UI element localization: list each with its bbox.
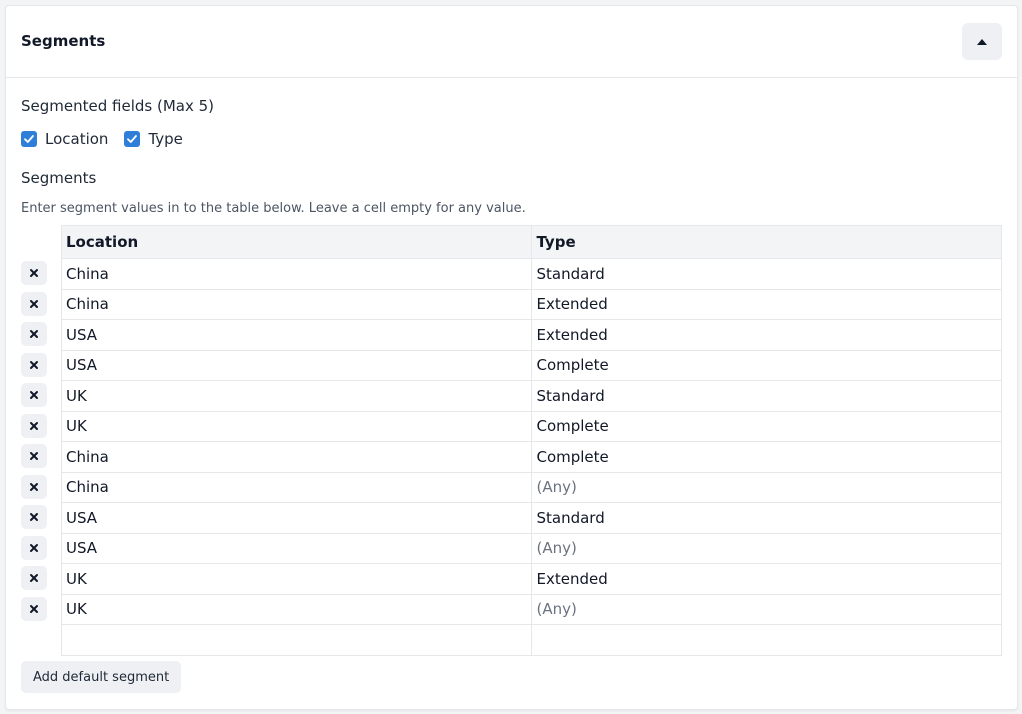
segments-hint: Enter segment values in to the table bel… — [21, 201, 526, 216]
segments-label: Segments — [21, 169, 97, 187]
collapse-button[interactable] — [962, 23, 1002, 60]
type-cell[interactable]: Extended — [531, 288, 1002, 320]
table-row: USA Extended — [60, 319, 1002, 351]
table-row: USA Complete — [60, 349, 1002, 381]
segments-table: Location Type China Standard China Extended… — [60, 225, 1002, 656]
close-icon — [30, 299, 38, 308]
column-header-location: Location — [60, 225, 533, 259]
location-cell[interactable]: China — [60, 288, 533, 320]
location-cell[interactable]: China — [60, 441, 533, 473]
check-icon — [127, 135, 138, 143]
chevron-up-icon — [977, 38, 987, 45]
remove-row-button[interactable] — [21, 261, 47, 285]
location-cell[interactable]: UK — [60, 380, 533, 412]
type-cell[interactable]: Extended — [531, 319, 1002, 351]
location-cell[interactable]: UK — [60, 593, 533, 625]
table-header-row: Location Type — [60, 225, 1002, 259]
remove-row-button[interactable] — [21, 352, 47, 377]
field-option-type[interactable]: Type — [124, 130, 183, 148]
column-header-type: Type — [531, 225, 1002, 259]
check-icon — [24, 135, 34, 143]
panel-header: Segments — [6, 6, 1017, 78]
table-row: UK Extended — [60, 563, 1002, 595]
new-segment-row — [60, 624, 1002, 656]
location-cell[interactable]: UK — [60, 410, 533, 442]
field-option-location[interactable]: Location — [21, 130, 108, 148]
location-cell[interactable]: USA — [60, 502, 533, 534]
close-icon — [30, 360, 38, 369]
new-location-cell[interactable] — [60, 624, 533, 656]
location-cell[interactable]: USA — [60, 319, 533, 351]
type-cell[interactable]: (Any) — [531, 532, 1002, 564]
location-cell[interactable]: USA — [60, 532, 533, 564]
location-cell[interactable]: China — [60, 471, 533, 503]
location-checkbox[interactable] — [21, 131, 37, 147]
table-row: UK Complete — [60, 410, 1002, 442]
location-cell[interactable]: UK — [60, 563, 533, 595]
close-icon — [30, 513, 38, 521]
table-row: UK Standard — [60, 380, 1002, 412]
type-cell[interactable]: Standard — [531, 258, 1002, 290]
type-cell[interactable]: Standard — [531, 380, 1002, 412]
type-cell[interactable]: Standard — [531, 502, 1002, 534]
type-cell[interactable]: (Any) — [531, 593, 1002, 625]
close-icon — [30, 482, 38, 491]
add-default-segment-button[interactable]: Add default segment — [21, 661, 182, 693]
type-cell[interactable]: Complete — [531, 410, 1002, 442]
type-checkbox-label: Type — [148, 130, 183, 148]
remove-row-button[interactable] — [21, 566, 47, 590]
table-row: USA Standard — [60, 502, 1002, 534]
remove-row-button[interactable] — [21, 596, 47, 621]
type-cell[interactable]: (Any) — [531, 471, 1002, 503]
close-icon — [30, 543, 38, 552]
type-checkbox[interactable] — [124, 131, 141, 147]
table-row: China Extended — [60, 288, 1002, 320]
remove-row-button[interactable] — [21, 291, 47, 316]
type-cell[interactable]: Complete — [531, 441, 1002, 473]
segmented-fields-label: Segmented fields (Max 5) — [21, 97, 214, 115]
table-row: UK (Any) — [60, 593, 1002, 625]
close-icon — [30, 421, 38, 430]
location-cell[interactable]: China — [60, 258, 533, 290]
close-icon — [30, 452, 38, 460]
type-cell[interactable]: Extended — [531, 563, 1002, 595]
remove-row-button[interactable] — [21, 383, 47, 407]
remove-row-button[interactable] — [21, 505, 47, 529]
remove-row-button[interactable] — [21, 474, 47, 499]
segmented-fields-options: Location Type — [21, 130, 199, 148]
new-type-cell[interactable] — [531, 624, 1002, 656]
close-icon — [30, 391, 38, 399]
table-row: China Complete — [60, 441, 1002, 473]
close-icon — [30, 574, 38, 582]
type-cell[interactable]: Complete — [531, 349, 1002, 381]
remove-row-button[interactable] — [21, 535, 47, 560]
close-icon — [30, 604, 38, 613]
segments-panel: Segments Segmented fields (Max 5) Locati… — [5, 5, 1018, 710]
remove-row-button[interactable] — [21, 444, 47, 468]
table-row: China Standard — [60, 258, 1002, 290]
close-icon — [30, 269, 38, 277]
table-row: China (Any) — [60, 471, 1002, 503]
location-checkbox-label: Location — [45, 130, 109, 148]
panel-title: Segments — [21, 32, 106, 50]
segments-table-body: China Standard China Extended USA Extended USA… — [60, 258, 1002, 656]
location-cell[interactable]: USA — [60, 349, 533, 381]
table-row: USA (Any) — [60, 532, 1002, 564]
remove-row-button[interactable] — [21, 322, 47, 346]
close-icon — [30, 330, 38, 338]
remove-row-button[interactable] — [21, 413, 47, 438]
